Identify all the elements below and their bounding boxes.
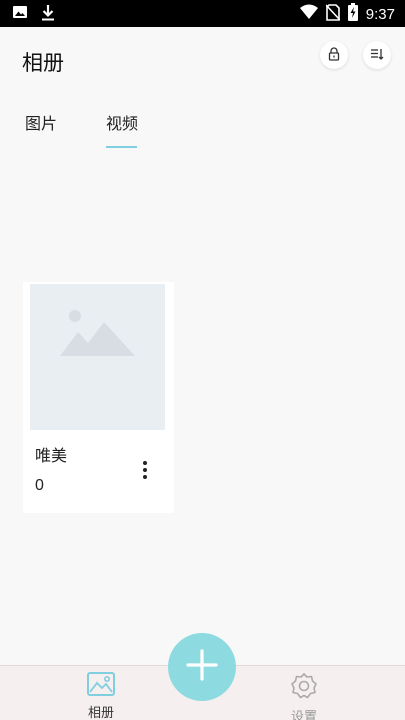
album-icon: [87, 672, 115, 700]
nav-item-settings[interactable]: 设置: [274, 672, 334, 720]
nav-label-settings: 设置: [290, 710, 317, 720]
lock-icon: [327, 46, 341, 65]
album-more-button[interactable]: [135, 458, 155, 482]
image-icon: [12, 4, 28, 26]
settings-icon: [290, 672, 318, 704]
battery-charging-icon: [347, 3, 358, 25]
wifi-icon: [299, 4, 318, 24]
media-tabs: 图片 视频: [0, 110, 405, 150]
album-name: 唯美: [35, 446, 68, 465]
nav-item-album[interactable]: 相册: [71, 672, 131, 720]
sort-button[interactable]: [363, 41, 391, 69]
album-count: 0: [35, 477, 44, 494]
tab-photos[interactable]: 图片: [25, 110, 57, 134]
lock-button[interactable]: [320, 41, 348, 69]
nav-label-album: 相册: [87, 706, 114, 720]
status-time: 9:37: [365, 5, 395, 23]
album-card[interactable]: 唯美 0: [23, 282, 174, 513]
more-dot: [143, 475, 147, 479]
album-thumbnail: [30, 284, 165, 430]
active-tab-indicator: [106, 146, 137, 148]
app-header: 相册: [0, 27, 405, 97]
download-icon: [40, 4, 56, 26]
tab-videos[interactable]: 视频: [106, 110, 138, 134]
no-sim-icon: [325, 3, 341, 25]
more-dot: [143, 468, 147, 472]
more-vertical-icon: [143, 461, 147, 465]
page-title: 相册: [22, 51, 64, 75]
add-button[interactable]: [168, 633, 236, 701]
status-bar: 9:37: [0, 0, 405, 27]
plus-icon: [185, 648, 219, 686]
sort-icon: [370, 46, 384, 65]
